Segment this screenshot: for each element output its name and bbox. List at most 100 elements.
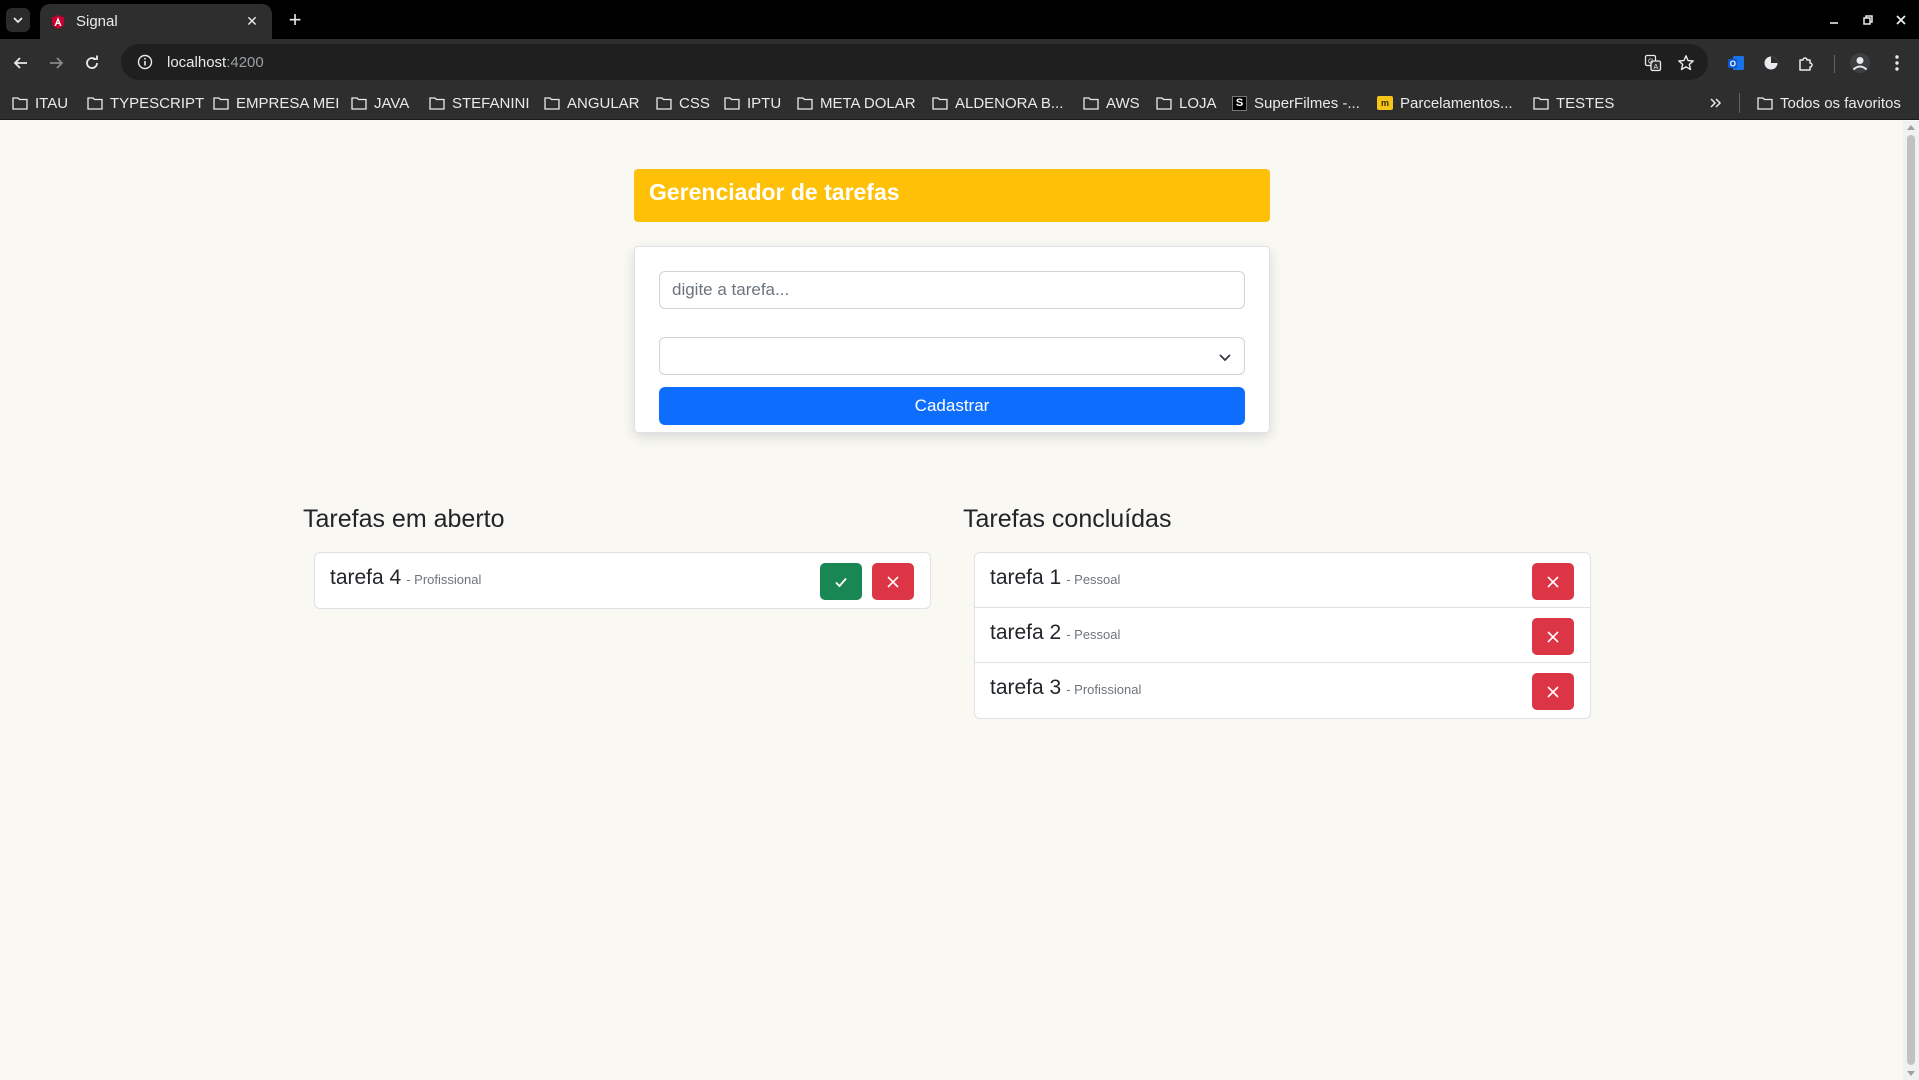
done-tasks-title: Tarefas concluídas xyxy=(963,505,1172,533)
bookmark-folder[interactable]: TYPESCRIPT xyxy=(87,86,204,120)
svg-text:A: A xyxy=(1654,64,1659,71)
bookmark-folder[interactable]: ITAU xyxy=(12,86,68,120)
task-category: - Profissional xyxy=(406,572,482,587)
task-text: tarefa 1 - Pessoal xyxy=(990,566,1120,590)
scroll-down-icon[interactable] xyxy=(1907,1071,1915,1076)
bookmark-folder[interactable]: STEFANINI xyxy=(429,86,530,120)
close-tab-icon[interactable]: ✕ xyxy=(242,13,262,30)
list-item: tarefa 4 - Profissional xyxy=(315,553,930,608)
bookmark-folder[interactable]: AWS xyxy=(1083,86,1140,120)
all-bookmarks-folder[interactable]: Todos os favoritos xyxy=(1757,86,1901,120)
address-bar[interactable]: localhost:4200 GA xyxy=(121,44,1708,80)
check-icon xyxy=(835,577,847,587)
close-window-icon[interactable] xyxy=(1889,8,1913,32)
bookmark-folder[interactable]: ANGULAR xyxy=(544,86,640,120)
bookmark-folder[interactable]: META DOLAR xyxy=(797,86,916,120)
bookmark-label: IPTU xyxy=(747,94,782,112)
browser-tab[interactable]: Signal ✕ xyxy=(40,4,272,39)
more-bookmarks-button[interactable] xyxy=(1709,86,1730,120)
delete-button[interactable] xyxy=(872,563,914,600)
site-info-icon[interactable] xyxy=(135,52,155,72)
close-icon xyxy=(1547,630,1559,643)
extension-icon[interactable] xyxy=(1759,51,1783,75)
chevron-down-icon xyxy=(13,17,23,24)
page-scrollbar[interactable] xyxy=(1903,121,1919,1080)
category-select[interactable] xyxy=(659,337,1245,375)
open-tasks-title: Tarefas em aberto xyxy=(303,505,505,533)
chevron-double-right-icon xyxy=(1710,98,1722,108)
bookmark-folder[interactable]: EMPRESA MEI xyxy=(213,86,339,120)
bookmarks-bar: ITAU TYPESCRIPT EMPRESA MEI JAVA STEFANI… xyxy=(0,86,1919,120)
reload-button[interactable] xyxy=(78,49,106,77)
bookmarks-divider xyxy=(1739,93,1740,113)
bookmark-label: EMPRESA MEI xyxy=(236,94,340,112)
folder-icon xyxy=(656,97,672,110)
scrollbar-thumb[interactable] xyxy=(1907,135,1915,1065)
folder-icon xyxy=(1533,97,1549,110)
forward-button[interactable] xyxy=(42,49,70,77)
profile-avatar-icon[interactable] xyxy=(1848,51,1872,75)
delete-button[interactable] xyxy=(1532,673,1574,710)
folder-icon xyxy=(351,97,367,110)
task-input[interactable] xyxy=(659,271,1245,309)
bookmark-link[interactable]: m Parcelamentos... xyxy=(1377,86,1513,120)
submit-button[interactable]: Cadastrar xyxy=(659,387,1245,425)
extensions-puzzle-icon[interactable] xyxy=(1794,51,1818,75)
menu-dots-icon[interactable] xyxy=(1885,51,1909,75)
bookmark-folder[interactable]: CSS xyxy=(656,86,710,120)
parcelamentos-icon: m xyxy=(1377,96,1393,110)
url-port: :4200 xyxy=(226,53,264,71)
superfilmes-icon: S xyxy=(1232,95,1247,111)
task-category: - Pessoal xyxy=(1066,627,1121,642)
folder-icon xyxy=(87,97,103,110)
scroll-up-icon[interactable] xyxy=(1907,125,1915,130)
bookmark-label: TESTES xyxy=(1556,94,1615,112)
outlook-extension-icon[interactable]: O xyxy=(1724,51,1748,75)
task-category: - Profissional xyxy=(1066,682,1142,697)
bookmark-folder[interactable]: LOJA xyxy=(1156,86,1217,120)
bookmark-star-icon[interactable] xyxy=(1675,52,1697,74)
bookmark-link[interactable]: S SuperFilmes -... xyxy=(1232,86,1360,120)
minimize-icon[interactable] xyxy=(1822,8,1846,32)
back-button[interactable] xyxy=(7,49,35,77)
bookmark-label: ANGULAR xyxy=(567,94,640,112)
delete-button[interactable] xyxy=(1532,618,1574,655)
done-tasks-list: tarefa 1 - Pessoal tarefa 2 - Pessoal ta… xyxy=(974,552,1591,719)
bookmark-folder[interactable]: TESTES xyxy=(1533,86,1614,120)
folder-icon xyxy=(1083,97,1099,110)
tab-strip: Signal ✕ + xyxy=(0,0,1919,39)
folder-icon xyxy=(544,97,560,110)
translate-icon[interactable]: GA xyxy=(1642,52,1664,74)
folder-icon xyxy=(932,97,948,110)
delete-button[interactable] xyxy=(1532,563,1574,600)
task-name: tarefa 1 xyxy=(990,566,1062,589)
tab-search-button[interactable] xyxy=(6,8,30,32)
bookmark-folder[interactable]: JAVA xyxy=(351,86,409,120)
url-host: localhost xyxy=(167,53,227,71)
chevron-down-icon xyxy=(1219,354,1231,362)
reload-icon xyxy=(86,55,98,69)
list-item: tarefa 1 - Pessoal xyxy=(975,553,1590,608)
task-name: tarefa 3 xyxy=(990,676,1062,699)
folder-icon xyxy=(724,97,740,110)
new-tab-button[interactable]: + xyxy=(282,7,308,33)
folder-icon xyxy=(213,97,229,110)
bookmark-folder[interactable]: IPTU xyxy=(724,86,781,120)
bookmark-label: ITAU xyxy=(35,94,69,112)
list-item: tarefa 2 - Pessoal xyxy=(975,608,1590,663)
close-icon xyxy=(1547,575,1559,588)
bookmark-label: ALDENORA B... xyxy=(955,94,1064,112)
bookmark-folder[interactable]: ALDENORA B... xyxy=(932,86,1063,120)
task-name: tarefa 4 xyxy=(330,566,402,589)
close-icon xyxy=(887,575,899,588)
task-text: tarefa 3 - Profissional xyxy=(990,676,1141,700)
app-header: Gerenciador de tarefas xyxy=(634,169,1270,222)
folder-icon xyxy=(797,97,813,110)
task-category: - Pessoal xyxy=(1066,572,1121,587)
toolbar-divider xyxy=(1834,55,1835,73)
arrow-right-icon xyxy=(50,57,64,69)
folder-icon xyxy=(1156,97,1172,110)
bookmark-label: SuperFilmes -... xyxy=(1254,94,1360,112)
complete-button[interactable] xyxy=(820,563,862,600)
restore-icon[interactable] xyxy=(1856,8,1880,32)
